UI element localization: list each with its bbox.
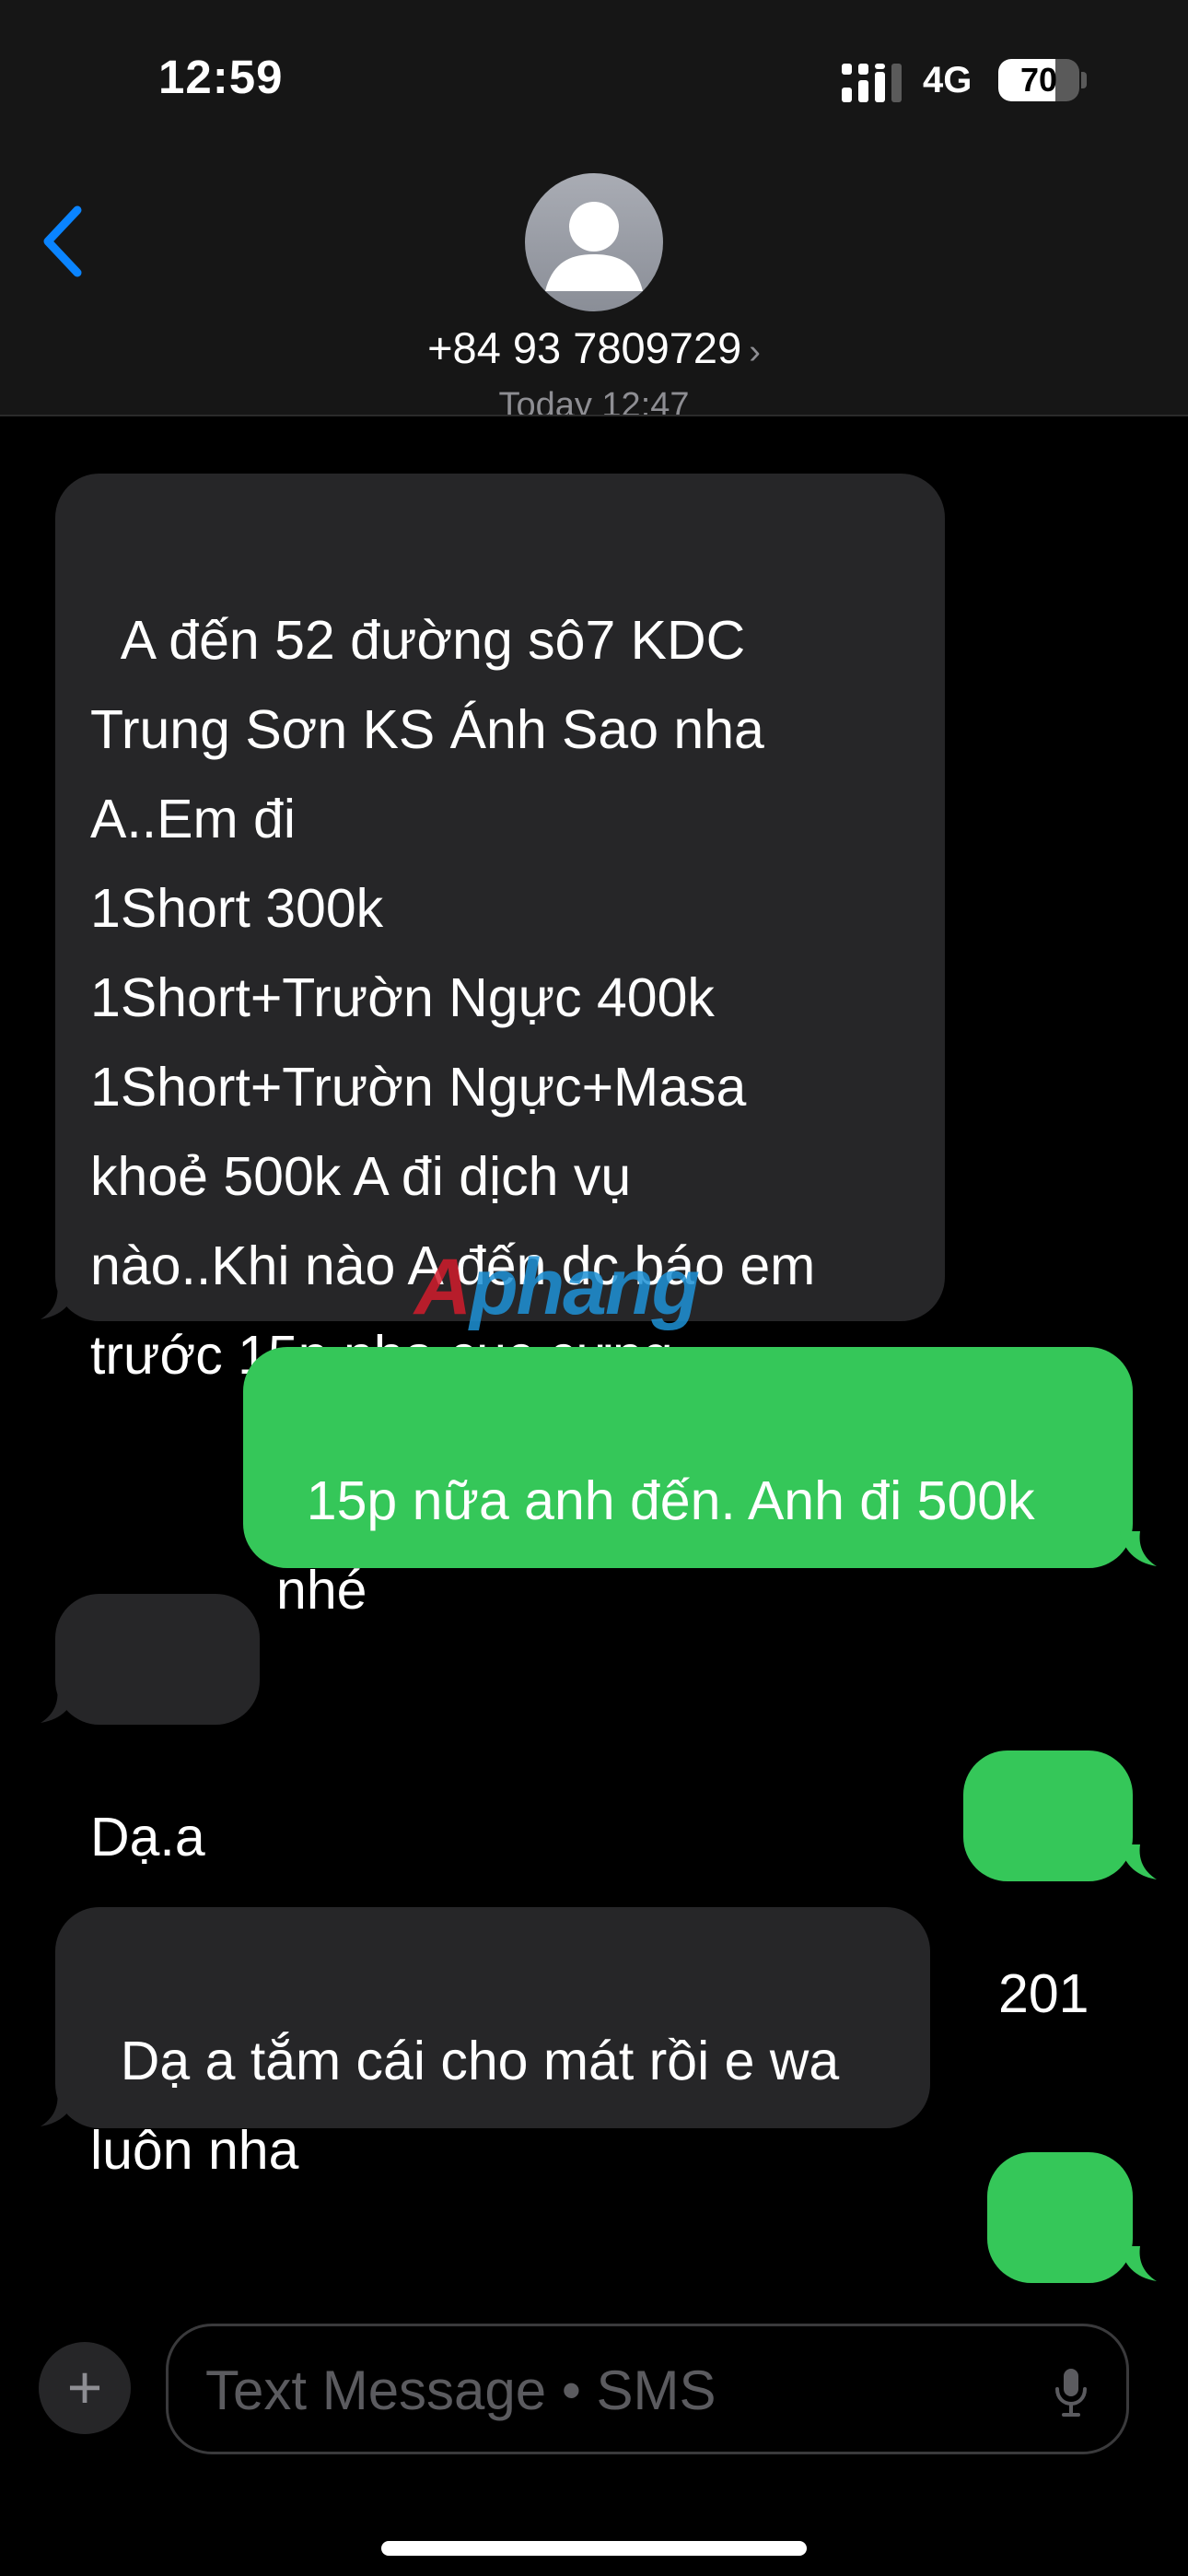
watermark-logo: Aphang: [414, 1242, 700, 1333]
message-bubble-incoming[interactable]: A đến 52 đường sô7 KDC Trung Sơn KS Ánh …: [55, 474, 945, 1386]
contact-number: +84 93 7809729: [427, 323, 742, 372]
message-bubble-outgoing[interactable]: 201: [963, 1751, 1133, 2024]
message-input-container[interactable]: [166, 2324, 1129, 2454]
battery-percent: 70: [1019, 61, 1058, 99]
microphone-icon[interactable]: [1053, 2367, 1089, 2418]
bubble-tail: [1120, 1531, 1157, 1566]
bubble-tail: [1120, 2246, 1157, 2281]
message-text: Dạ.a: [90, 1807, 205, 1868]
battery-icon: 70: [998, 59, 1079, 101]
message-text: 201: [998, 1963, 1089, 2024]
person-icon: [545, 202, 643, 291]
home-indicator: [381, 2541, 807, 2556]
chevron-right-icon: ›: [749, 333, 761, 371]
message-bubble-incoming[interactable]: Dạ.a: [55, 1594, 260, 1868]
message-text: 15p nữa anh đến. Anh đi 500k nhé: [276, 1470, 1035, 1621]
bubble-tail: [41, 2091, 77, 2126]
bubble-tail: [41, 1688, 77, 1723]
message-bubble-outgoing[interactable]: Ok: [987, 2152, 1133, 2426]
network-type: 4G: [923, 60, 973, 100]
watermark-rest: phang: [470, 1243, 700, 1331]
message-text: Dạ a tắm cái cho mát rồi e wa luôn nha: [90, 2031, 840, 2181]
signal-bars-icon: [842, 64, 902, 102]
message-bubble-outgoing[interactable]: 15p nữa anh đến. Anh đi 500k nhé: [243, 1347, 1133, 1621]
contact-avatar[interactable]: [525, 173, 663, 311]
status-time: 12:59: [158, 51, 284, 103]
bubble-tail: [1120, 1844, 1157, 1879]
composer-bar: +: [0, 2303, 1188, 2576]
bubble-tail: [41, 1284, 77, 1319]
message-input[interactable]: [204, 2326, 1018, 2453]
contact-name[interactable]: +84 93 7809729 ›: [0, 322, 1188, 373]
watermark-first: A: [414, 1243, 472, 1331]
battery-tip: [1081, 72, 1087, 88]
chevron-left-icon[interactable]: [41, 205, 87, 278]
message-bubble-incoming[interactable]: Dạ a tắm cái cho mát rồi e wa luôn nha: [55, 1907, 930, 2181]
add-attachment-button[interactable]: +: [39, 2342, 131, 2434]
timestamp-divider: Today 12:47: [498, 386, 690, 415]
status-bar: 12:59 4G 70: [0, 0, 1188, 138]
